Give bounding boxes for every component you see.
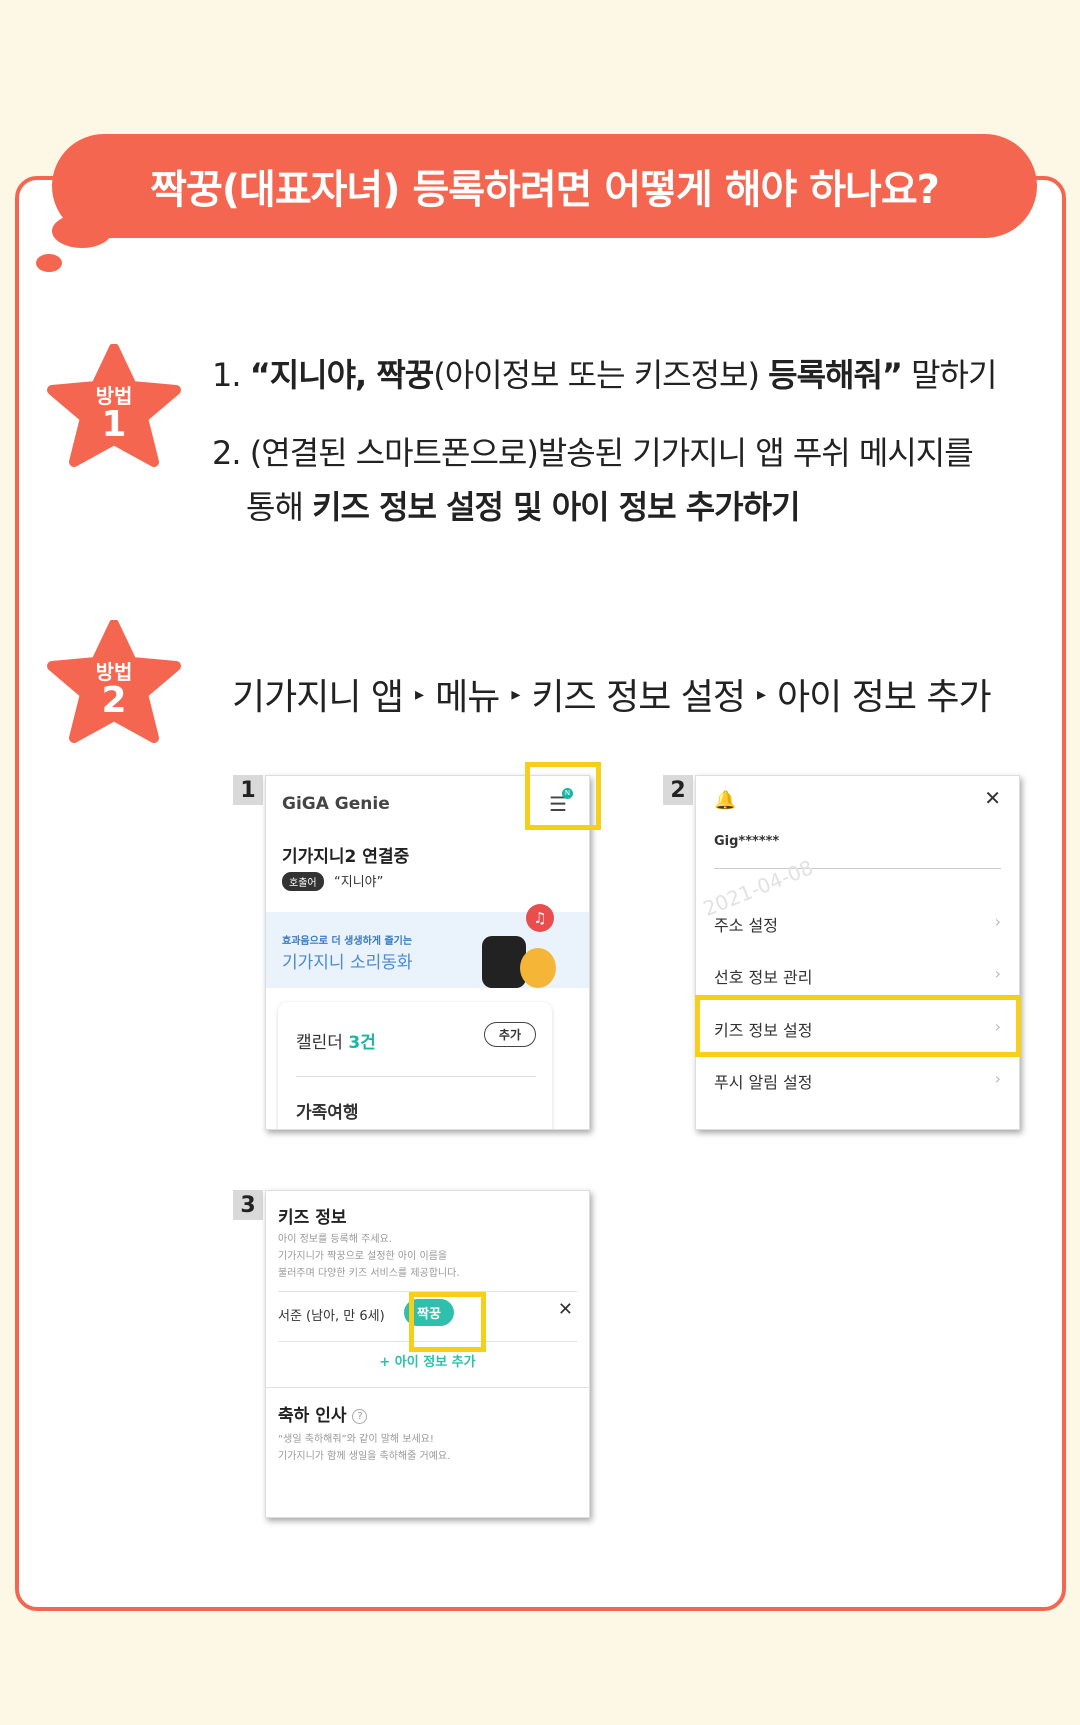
screenshot-1-number: 1 <box>233 775 263 805</box>
divider <box>714 868 1001 869</box>
screenshot-2-menu: 🔔 ✕ Gig****** 2021-04-08 주소 설정 › 선호 정보 관리… <box>695 775 1020 1130</box>
help-icon[interactable]: ? <box>352 1408 368 1424</box>
description-line: 아이 정보를 등록해 주세요. <box>278 1234 392 1245</box>
page-title: 짝꿍(대표자녀) 등록하려면 어떻게 해야 하나요? <box>150 167 940 213</box>
method-2-badge: 방법 2 <box>44 620 184 750</box>
chevron-right-icon: › <box>994 964 1001 983</box>
screenshot-2-number: 2 <box>663 775 693 805</box>
kids-settings-highlight <box>695 995 1021 1057</box>
chevron-right-icon: › <box>994 1069 1001 1088</box>
method-1-step-2-line-2: 통해 키즈 정보 설정 및 아이 정보 추가하기 <box>246 482 801 528</box>
screenshot-3-number: 3 <box>233 1190 263 1220</box>
description-line: 불러주며 다양한 키즈 서비스를 제공합니다. <box>278 1268 460 1279</box>
add-child-button[interactable]: + 아이 정보 추가 <box>266 1351 589 1370</box>
speech-bubble-dot <box>36 254 62 272</box>
calendar-label: 캘린더 3건 <box>296 1028 376 1053</box>
menu-item-label: 푸시 알림 설정 <box>714 1073 813 1092</box>
speaker-illustration <box>482 936 526 988</box>
arrow-right-icon: ▸ <box>757 683 766 705</box>
description-line: 기가지니가 짝꿍으로 설정한 아이 이름을 <box>278 1251 448 1262</box>
badge-number: 2 <box>101 680 127 721</box>
story-banner[interactable]: 효과음으로 더 생생하게 즐기는 기가지니 소리동화 ♫ <box>266 904 589 988</box>
step-prefix: 1. <box>212 356 250 394</box>
greeting-title: 축하 인사? <box>278 1401 368 1426</box>
path-step: 기가지니 앱 <box>232 677 404 718</box>
calendar-text: 캘린더 <box>296 1033 343 1053</box>
music-note-icon: ♫ <box>526 904 554 932</box>
menu-item-push-settings[interactable]: 푸시 알림 설정 › <box>714 1069 1001 1093</box>
menu-item-label: 선호 정보 관리 <box>714 968 813 987</box>
section-description: 아이 정보를 등록해 주세요. 기가지니가 짝꿍으로 설정한 아이 이름을 불러… <box>278 1231 460 1282</box>
method-1-step-2-line-1: 2. (연결된 스마트폰으로)발송된 기가지니 앱 푸쉬 메시지를 <box>212 434 974 472</box>
description-line: 기가지니가 함께 생일을 축하해줄 거예요. <box>278 1451 451 1462</box>
step-bold-phrase: 키즈 정보 설정 및 아이 정보 추가하기 <box>312 488 800 526</box>
section-title: 키즈 정보 <box>278 1208 347 1228</box>
arrow-right-icon: ▸ <box>511 683 520 705</box>
menu-highlight <box>525 762 601 830</box>
divider <box>296 1076 536 1077</box>
calendar-event: 가족여행 <box>296 1103 359 1123</box>
step-text: (아이정보 또는 키즈정보) <box>433 356 769 394</box>
divider <box>266 1387 589 1388</box>
badge-number: 1 <box>101 404 127 445</box>
call-word: “지니야” <box>334 875 384 890</box>
tiger-illustration <box>520 948 556 988</box>
calendar-count: 3건 <box>348 1033 376 1053</box>
step-bold-phrase: 등록해줘” <box>768 356 903 394</box>
path-step: 키즈 정보 설정 <box>531 677 746 718</box>
step-text: 말하기 <box>901 356 997 394</box>
chevron-right-icon: › <box>994 912 1001 931</box>
greeting-description: “생일 축하해줘”와 같이 말해 보세요! 기가지니가 함께 생일을 축하해줄 … <box>278 1431 450 1465</box>
banner-title: 기가지니 소리동화 <box>282 953 413 973</box>
step-text: 통해 <box>246 488 313 526</box>
call-word-chip: 호출어 <box>282 872 324 891</box>
close-icon[interactable]: ✕ <box>984 786 1001 810</box>
menu-item-label: 주소 설정 <box>714 916 778 935</box>
screenshot-3-kids-info: 키즈 정보 아이 정보를 등록해 주세요. 기가지니가 짝꿍으로 설정한 아이 … <box>265 1190 590 1518</box>
description-line: “생일 축하해줘”와 같이 말해 보세요! <box>278 1434 434 1445</box>
step-bold-phrase: “지니야, 짝꿍 <box>249 356 435 394</box>
method-1-badge: 방법 1 <box>44 344 184 474</box>
partner-highlight <box>409 1292 486 1352</box>
connection-status: 기가지니2 연결중 <box>282 847 410 867</box>
menu-item-preferences[interactable]: 선호 정보 관리 › <box>714 964 1001 988</box>
user-id: Gig****** <box>714 834 780 849</box>
path-step: 아이 정보 추가 <box>777 677 992 718</box>
bell-icon[interactable]: 🔔 <box>714 790 736 811</box>
banner-subtitle: 효과음으로 더 생생하게 즐기는 <box>282 936 413 947</box>
path-step: 메뉴 <box>435 677 500 718</box>
arrow-right-icon: ▸ <box>415 683 424 705</box>
calendar-card: 캘린더 3건 추가 가족여행 <box>278 1002 552 1129</box>
giga-genie-logo: GiGA Genie <box>282 794 390 814</box>
add-button[interactable]: 추가 <box>483 1022 536 1047</box>
method-1-step-1: 1. “지니야, 짝꿍(아이정보 또는 키즈정보) 등록해줘” 말하기 <box>212 350 997 396</box>
child-entry: 서준 (남아, 만 6세) <box>278 1309 385 1324</box>
menu-item-address[interactable]: 주소 설정 › <box>714 912 1001 936</box>
greeting-title-text: 축하 인사 <box>278 1406 347 1426</box>
title-banner: 짝꿍(대표자녀) 등록하려면 어떻게 해야 하나요? <box>52 134 1037 238</box>
remove-child-icon[interactable]: ✕ <box>558 1299 573 1320</box>
method-2-path: 기가지니 앱 ▸ 메뉴 ▸ 키즈 정보 설정 ▸ 아이 정보 추가 <box>232 668 992 720</box>
